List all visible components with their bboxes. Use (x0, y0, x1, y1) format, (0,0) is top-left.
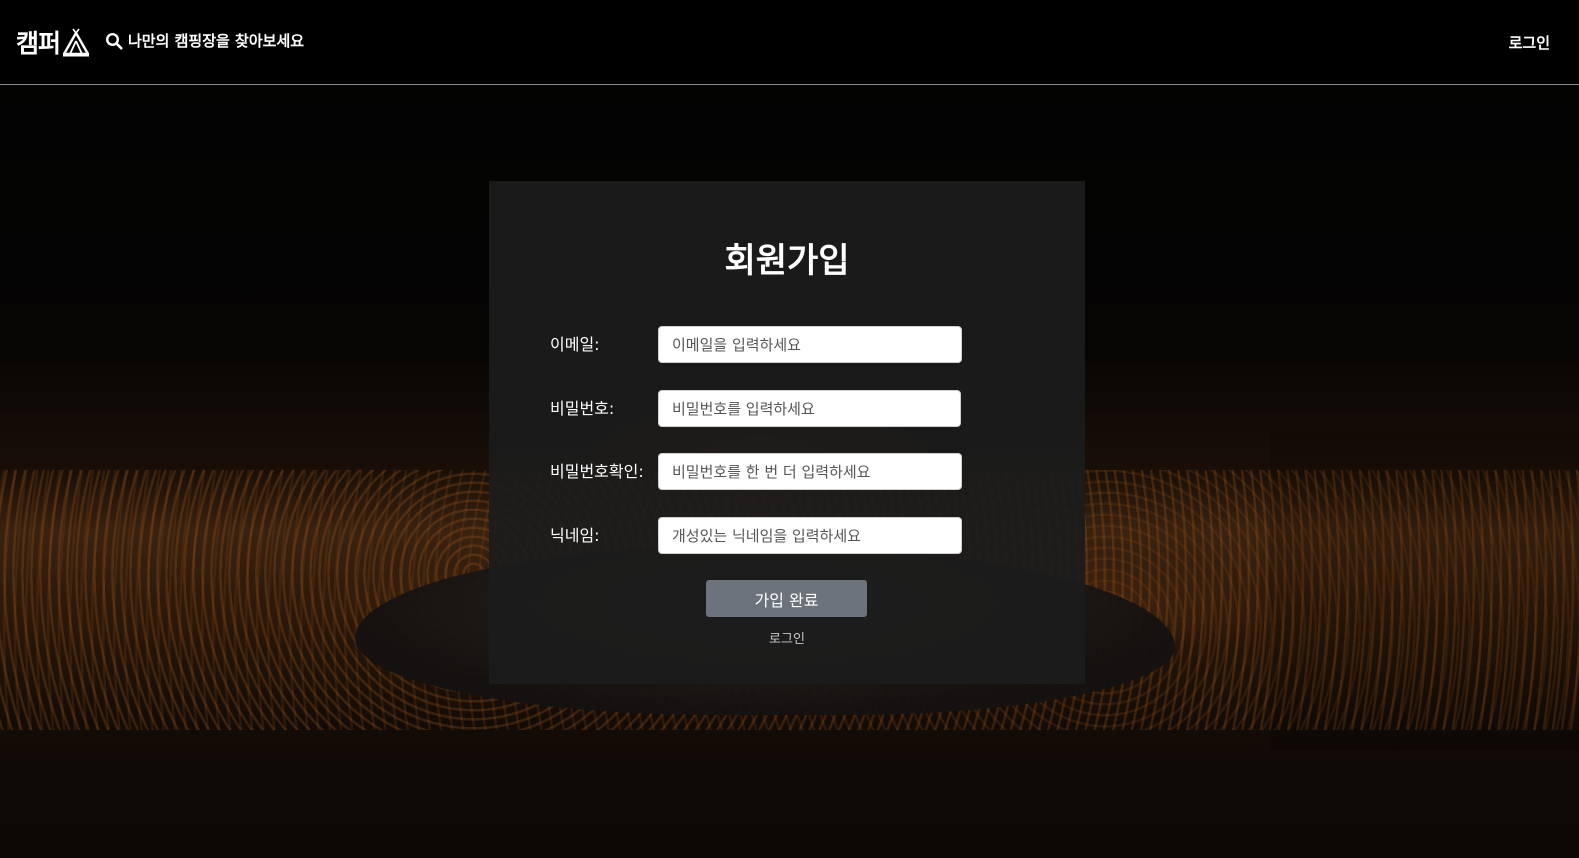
email-label: 이메일: (550, 335, 600, 354)
email-field[interactable] (658, 326, 962, 363)
top-header: 캠퍼 나만의 캠핑장을 찾아보세요 로그인 (0, 0, 1579, 85)
header-login-link[interactable]: 로그인 (1509, 32, 1550, 53)
signup-panel: 회원가입 이메일: 비밀번호: 비밀번호확인: 닉네임: 가입 완료 로그인 (489, 181, 1085, 684)
search-label: 나만의 캠핑장을 찾아보세요 (128, 32, 305, 50)
nickname-label: 닉네임: (550, 526, 600, 545)
password-confirm-field[interactable] (658, 453, 962, 490)
signup-page: 캠퍼 나만의 캠핑장을 찾아보세요 로그인 회원가입 이메일: 비밀번호: 비밀… (0, 0, 1579, 858)
page-title: 회원가입 (724, 241, 850, 281)
password-field[interactable] (658, 390, 961, 427)
logo-text: 캠퍼 (16, 29, 61, 58)
logo[interactable]: 캠퍼 (16, 24, 90, 60)
search-icon (105, 32, 123, 50)
login-link[interactable]: 로그인 (489, 628, 1085, 647)
password-confirm-label: 비밀번호확인: (550, 462, 644, 481)
nickname-field[interactable] (658, 517, 962, 554)
search-bar[interactable]: 나만의 캠핑장을 찾아보세요 (105, 30, 304, 51)
signup-submit-button[interactable]: 가입 완료 (706, 580, 867, 617)
background-image-seam (1270, 430, 1579, 750)
password-label: 비밀번호: (550, 399, 615, 418)
tent-icon (62, 28, 90, 57)
